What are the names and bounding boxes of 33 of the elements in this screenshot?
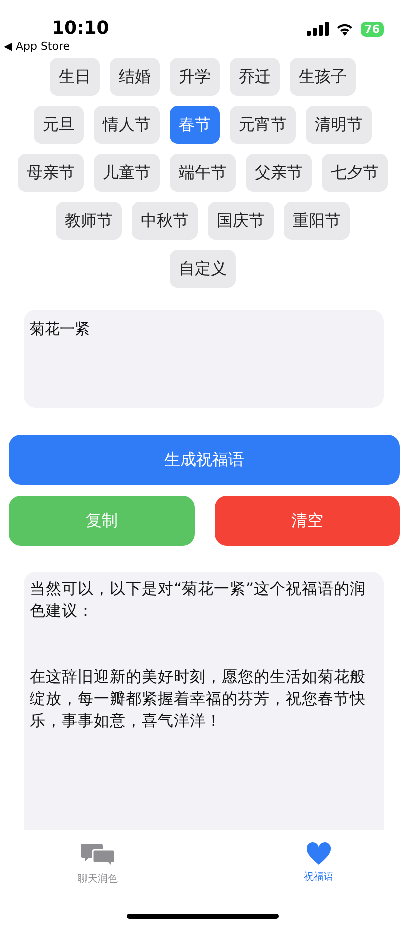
- occasion-tag[interactable]: 升学: [170, 58, 220, 96]
- result-paragraph: 在这辞旧迎新的美好时刻，愿您的生活如菊花般绽放，每一瓣都紧握着幸福的芬芳，祝您春节快乐，事事如意，喜气洋洋！: [30, 667, 367, 732]
- occasion-tag[interactable]: 七夕节: [322, 154, 388, 192]
- clear-button[interactable]: 清空: [214, 496, 400, 546]
- generate-button[interactable]: 生成祝福语: [9, 435, 400, 485]
- occasion-tag[interactable]: 情人节: [94, 106, 160, 144]
- occasion-tag[interactable]: 教师节: [56, 202, 122, 240]
- chat-bubbles-icon: [81, 842, 115, 868]
- occasion-tag[interactable]: 儿童节: [94, 154, 160, 192]
- occasion-tag[interactable]: 国庆节: [208, 202, 274, 240]
- occasion-tag[interactable]: 端午节: [170, 154, 236, 192]
- occasion-tag[interactable]: 清明节: [306, 106, 372, 144]
- occasion-tag[interactable]: 父亲节: [246, 154, 312, 192]
- heart-icon: [306, 842, 332, 866]
- occasion-tag[interactable]: 结婚: [110, 58, 160, 96]
- battery-level: 76: [360, 22, 384, 36]
- tab-bar-item[interactable]: 祝福语: [304, 842, 334, 886]
- back-link[interactable]: ◀ App Store: [4, 40, 70, 54]
- clock-time: 10:10: [52, 18, 110, 40]
- occasion-tag[interactable]: 生日: [50, 58, 100, 96]
- result-paragraph: 当然可以，以下是对“菊花一紧”这个祝福语的润色建议：: [30, 579, 368, 622]
- occasion-tag[interactable]: 母亲节: [18, 154, 84, 192]
- signal-icon: [306, 22, 329, 36]
- occasion-tag[interactable]: 乔迁: [230, 58, 280, 96]
- occasion-tag[interactable]: 元旦: [34, 106, 84, 144]
- occasion-tag[interactable]: 元宵节: [230, 106, 296, 144]
- wifi-icon: [336, 22, 354, 36]
- occasion-tag[interactable]: 自定义: [170, 250, 236, 288]
- input-field[interactable]: 菊花一紧: [24, 310, 384, 408]
- occasion-tag[interactable]: 春节: [170, 106, 220, 144]
- occasion-tag[interactable]: 重阳节: [284, 202, 350, 240]
- occasion-tag[interactable]: 生孩子: [290, 58, 356, 96]
- occasion-tag[interactable]: 中秋节: [132, 202, 198, 240]
